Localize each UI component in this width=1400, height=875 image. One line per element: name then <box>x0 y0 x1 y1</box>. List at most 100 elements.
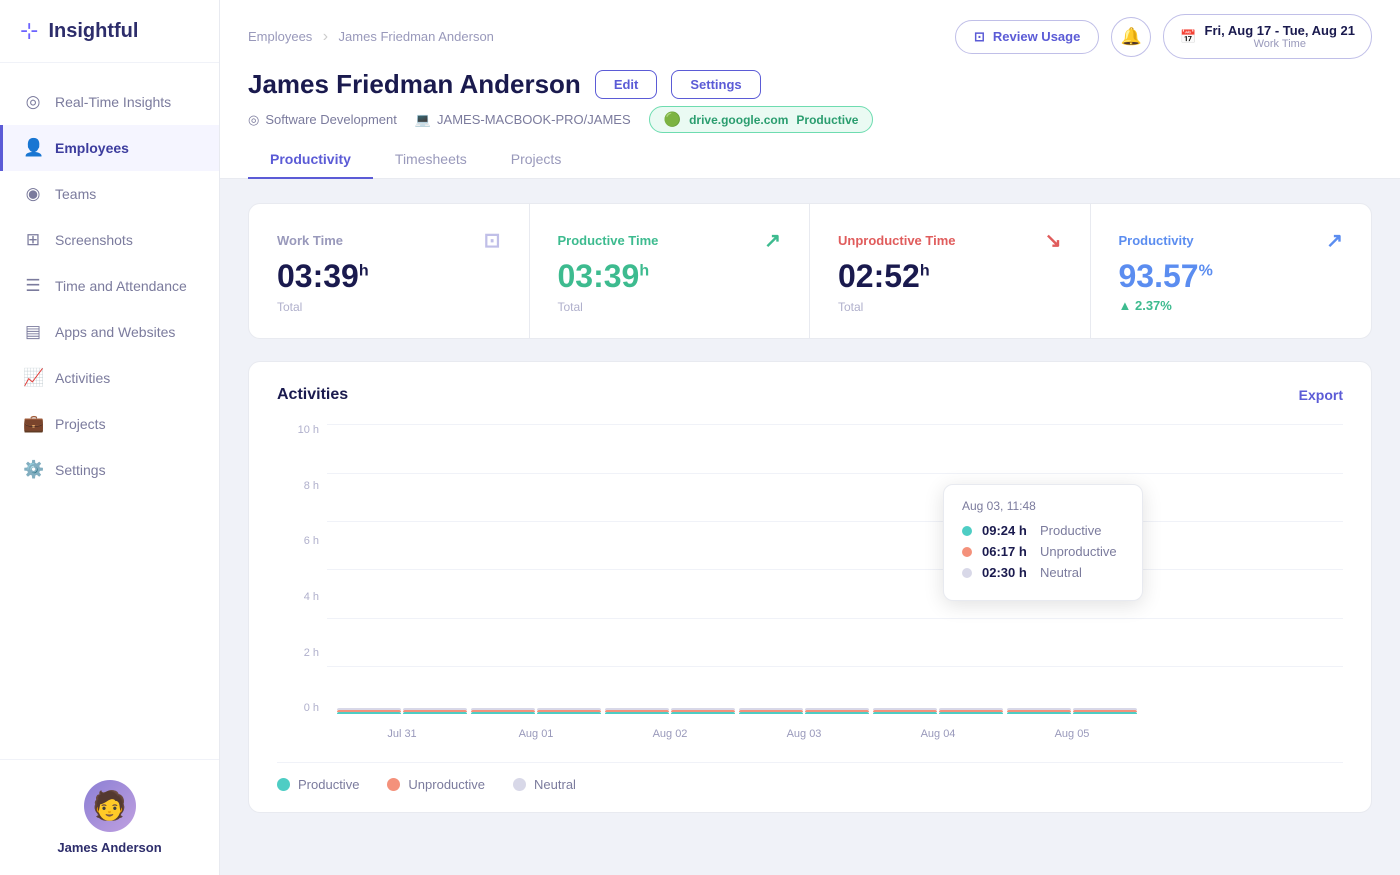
sidebar-item-label: Teams <box>55 186 96 202</box>
productivity-value: 93.57% <box>1119 259 1344 294</box>
unproductive-time-total: Total <box>838 300 1062 314</box>
apps-icon: ▤ <box>23 322 43 342</box>
sidebar-item-activities[interactable]: 📈 Activities <box>0 355 219 401</box>
tab-timesheets[interactable]: Timesheets <box>373 141 489 179</box>
stat-productive-time: Productive Time ↗ 03:39h Total <box>530 204 811 338</box>
sidebar-user: 🧑 James Anderson <box>0 759 219 875</box>
legend-neutral: Neutral <box>513 777 576 792</box>
stat-work-time: Work Time ⊡ 03:39h Total <box>249 204 530 338</box>
export-button[interactable]: Export <box>1299 387 1343 403</box>
sidebar-item-screenshots[interactable]: ⊞ Screenshots <box>0 217 219 263</box>
bar-group-jul31: Jul 31 <box>337 708 467 714</box>
content-area: Work Time ⊡ 03:39h Total Productive Time… <box>220 179 1400 875</box>
computer-label: JAMES-MACBOOK-PRO/JAMES <box>437 112 631 127</box>
bar-productive <box>1007 712 1071 714</box>
tooltip-item-productive: 09:24 h Productive <box>962 523 1124 538</box>
breadcrumb: Employees › James Friedman Anderson <box>248 28 494 46</box>
bell-icon: 🔔 <box>1121 27 1142 47</box>
chart-legend: Productive Unproductive Neutral <box>277 762 1343 792</box>
work-time-icon: ⊡ <box>484 228 501 253</box>
bar-label: Aug 05 <box>1055 728 1090 740</box>
bar-productive <box>537 712 601 714</box>
tooltip-dot-unproductive <box>962 547 972 557</box>
date-range-text: Fri, Aug 17 - Tue, Aug 21 <box>1205 23 1355 38</box>
bar-chart: 10 h 8 h 6 h 4 h 2 h 0 h <box>277 424 1343 744</box>
work-time-total: Total <box>277 300 501 314</box>
tab-productivity[interactable]: Productivity <box>248 141 373 179</box>
bar-productive <box>471 712 535 714</box>
bar-group-aug05: Aug 05 <box>1007 708 1137 714</box>
sidebar-nav: ◎ Real-Time Insights 👤 Employees ◉ Teams… <box>0 63 219 759</box>
tab-projects[interactable]: Projects <box>489 141 584 179</box>
chart-tooltip: Aug 03, 11:48 09:24 h Productive 06:17 h… <box>943 484 1143 601</box>
y-axis: 10 h 8 h 6 h 4 h 2 h 0 h <box>277 424 325 714</box>
employees-icon: 👤 <box>23 138 43 158</box>
unproductive-time-label: Unproductive Time ↘ <box>838 228 1062 253</box>
legend-unproductive: Unproductive <box>387 777 485 792</box>
bar-productive <box>1073 712 1137 714</box>
stat-productivity: Productivity ↗ 93.57% ▲ 2.37% <box>1091 204 1372 338</box>
app-logo: ⊹ Insightful <box>0 0 219 63</box>
tooltip-item-neutral: 02:30 h Neutral <box>962 565 1124 580</box>
work-time-value: 03:39h <box>277 259 501 294</box>
meta-department: ◎ Software Development <box>248 112 397 128</box>
bar-productive <box>337 712 401 714</box>
bar-productive <box>605 712 669 714</box>
avatar: 🧑 <box>84 780 136 832</box>
productive-trend-icon: ↗ <box>764 228 781 253</box>
productivity-change: ▲ 2.37% <box>1119 298 1344 313</box>
sidebar-item-real-time[interactable]: ◎ Real-Time Insights <box>0 79 219 125</box>
calendar-icon: 📅 <box>1180 29 1196 45</box>
date-range-button[interactable]: 📅 Fri, Aug 17 - Tue, Aug 21 Work Time <box>1163 14 1372 59</box>
legend-productive: Productive <box>277 777 359 792</box>
teams-icon: ◉ <box>23 184 43 204</box>
legend-dot-productive <box>277 778 290 791</box>
legend-label-productive: Productive <box>298 777 359 792</box>
sidebar-item-label: Settings <box>55 462 106 478</box>
sidebar-item-teams[interactable]: ◉ Teams <box>0 171 219 217</box>
review-usage-button[interactable]: ⊡ Review Usage <box>955 20 1099 54</box>
page-header: Employees › James Friedman Anderson ⊡ Re… <box>220 0 1400 179</box>
unproductive-trend-icon: ↘ <box>1045 228 1062 253</box>
main-content: Employees › James Friedman Anderson ⊡ Re… <box>220 0 1400 875</box>
bar-productive <box>671 712 735 714</box>
app-name: Insightful <box>48 20 138 43</box>
meta-row: ◎ Software Development 💻 JAMES-MACBOOK-P… <box>248 106 1372 133</box>
bar-label: Aug 01 <box>519 728 554 740</box>
sidebar-item-time-attendance[interactable]: ☰ Time and Attendance <box>0 263 219 309</box>
bar-group-aug04: Aug 04 <box>873 708 1003 714</box>
breadcrumb-page: James Friedman Anderson <box>339 29 494 44</box>
productive-time-value: 03:39h <box>558 259 782 294</box>
bars-container: Jul 31 Aug 01 <box>327 424 1343 714</box>
tab-bar: Productivity Timesheets Projects <box>248 141 1372 178</box>
google-icon: 🟢 <box>664 111 681 128</box>
edit-button[interactable]: Edit <box>595 70 658 99</box>
sidebar-item-settings[interactable]: ⚙️ Settings <box>0 447 219 493</box>
sidebar-item-projects[interactable]: 💼 Projects <box>0 401 219 447</box>
chart-title: Activities <box>277 386 348 404</box>
sidebar-item-employees[interactable]: 👤 Employees <box>0 125 219 171</box>
notification-bell-button[interactable]: 🔔 <box>1111 17 1151 57</box>
bar-group-aug02: Aug 02 <box>605 708 735 714</box>
legend-label-neutral: Neutral <box>534 777 576 792</box>
badge-url: drive.google.com <box>689 113 788 127</box>
settings-button[interactable]: Settings <box>671 70 760 99</box>
projects-icon: 💼 <box>23 414 43 434</box>
date-sub-text: Work Time <box>1205 38 1355 50</box>
sidebar-item-label: Employees <box>55 140 129 156</box>
productivity-trend-icon: ↗ <box>1326 228 1343 253</box>
computer-icon: 💻 <box>415 112 431 128</box>
productive-time-total: Total <box>558 300 782 314</box>
sidebar-item-label: Apps and Websites <box>55 324 175 340</box>
bar-productive <box>939 712 1003 714</box>
stat-unproductive-time: Unproductive Time ↘ 02:52h Total <box>810 204 1091 338</box>
bar-productive <box>873 712 937 714</box>
sidebar-item-label: Time and Attendance <box>55 278 187 294</box>
breadcrumb-section[interactable]: Employees <box>248 29 312 44</box>
sidebar-item-label: Projects <box>55 416 106 432</box>
sidebar-item-apps-websites[interactable]: ▤ Apps and Websites <box>0 309 219 355</box>
bar-label: Aug 03 <box>787 728 822 740</box>
time-icon: ☰ <box>23 276 43 296</box>
bar-group-aug01: Aug 01 <box>471 708 601 714</box>
activities-icon: 📈 <box>23 368 43 388</box>
